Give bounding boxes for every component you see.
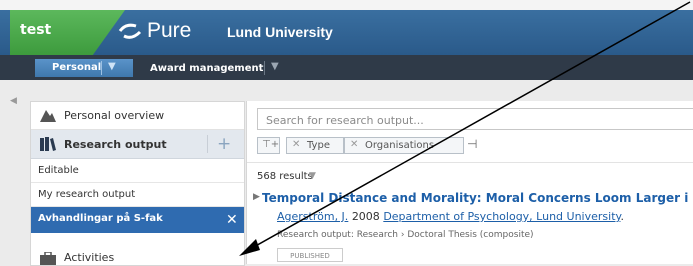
close-icon[interactable]: ✕ xyxy=(292,139,300,150)
close-icon[interactable]: ✕ xyxy=(350,139,358,150)
books-icon xyxy=(40,137,56,151)
main-navbar: Personal ▼ Award management ▼ xyxy=(0,55,693,80)
divider xyxy=(247,162,693,163)
nav-personal-tab[interactable]: Personal ▼ xyxy=(35,59,133,77)
filter-bar: ⊤+ ✕ Type ✕ Organisations ⊣ xyxy=(257,137,693,157)
result-year: 2008 xyxy=(351,210,380,223)
add-icon[interactable]: + xyxy=(217,134,231,154)
sidebar-item-label: Personal overview xyxy=(64,109,165,122)
environment-label: test xyxy=(20,22,52,38)
result-type: Research output: Research › Doctoral The… xyxy=(277,230,534,240)
sidebar-item-editable[interactable]: Editable xyxy=(31,159,244,183)
sidebar-item-label: Research output xyxy=(64,138,167,151)
chevron-down-icon[interactable]: ▼ xyxy=(309,171,316,181)
add-filter-button[interactable]: ⊤+ xyxy=(257,137,280,154)
search-input[interactable] xyxy=(264,110,688,131)
filter-organisations[interactable]: ✕ Organisations xyxy=(344,137,464,154)
mountain-icon xyxy=(40,110,56,122)
sidebar-item-personal-overview[interactable]: Personal overview xyxy=(31,102,244,130)
status-badge: PUBLISHED xyxy=(277,248,343,262)
result-title-link[interactable]: Temporal Distance and Morality: Moral Co… xyxy=(262,191,688,205)
sidebar-item-research-output[interactable]: Research output + xyxy=(31,130,244,159)
chevron-down-icon[interactable]: ▼ xyxy=(108,61,116,72)
result-byline: Agerström, J. 2008 Department of Psychol… xyxy=(277,210,624,223)
expand-arrow-icon[interactable]: ▶ xyxy=(253,192,260,202)
pure-logo-icon xyxy=(118,23,142,39)
sidebar-item-label: Editable xyxy=(38,165,79,176)
period: . xyxy=(620,210,624,223)
filter-type[interactable]: ✕ Type xyxy=(286,137,344,154)
briefcase-icon xyxy=(40,252,56,265)
nav-divider xyxy=(101,61,102,75)
university-name: Lund University xyxy=(227,24,333,40)
filter-label: Type xyxy=(307,140,330,151)
sidebar-item-activities[interactable]: Activities xyxy=(31,246,244,266)
close-icon[interactable]: ✕ xyxy=(226,212,238,228)
sidebar-item-label: My research output xyxy=(38,189,136,200)
results-count: 568 results xyxy=(257,171,313,182)
pin-icon[interactable]: ⊣ xyxy=(467,137,477,151)
chevron-down-icon[interactable]: ▼ xyxy=(271,61,279,72)
author-link[interactable]: Agerström, J. xyxy=(277,210,348,223)
filter-add-icon: ⊤+ xyxy=(262,139,280,150)
nav-personal-label: Personal xyxy=(52,62,102,73)
search-box xyxy=(257,108,693,131)
sidebar-item-label: Avhandlingar på S-fak xyxy=(38,213,163,224)
window-top-strip xyxy=(0,0,693,10)
divider xyxy=(207,135,208,153)
collapse-sidebar-icon[interactable]: ◀ xyxy=(10,96,17,106)
sidebar-item-avhandlingar[interactable]: Avhandlingar på S-fak ✕ xyxy=(31,207,244,233)
filter-label: Organisations xyxy=(365,140,435,151)
nav-divider xyxy=(264,61,265,75)
department-link[interactable]: Department of Psychology, Lund Universit… xyxy=(383,210,620,223)
main-content: ⊤+ ✕ Type ✕ Organisations ⊣ 568 results … xyxy=(246,101,693,264)
sidebar-item-label: Activities xyxy=(64,251,115,264)
sidebar: Personal overview Research output + Edit… xyxy=(30,101,245,266)
nav-award-management[interactable]: Award management xyxy=(150,63,263,74)
sidebar-item-my-research-output[interactable]: My research output xyxy=(31,183,244,207)
pure-logo-text[interactable]: Pure xyxy=(147,19,191,43)
